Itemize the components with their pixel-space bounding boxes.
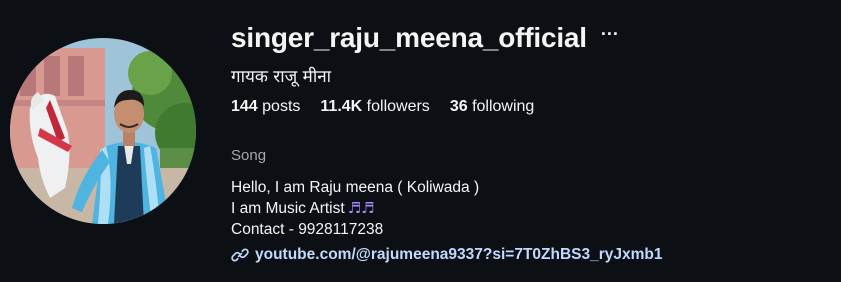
- profile-header: singer_raju_meena_official ··· गायक राजू…: [0, 0, 841, 282]
- avatar-photo: [10, 38, 196, 224]
- profile-bio: Hello, I am Raju meena ( Koliwada ) I am…: [231, 177, 479, 240]
- followers-label: followers: [366, 98, 430, 115]
- link-icon: [231, 248, 249, 262]
- following-stat[interactable]: 36 following: [450, 98, 535, 116]
- profile-avatar[interactable]: [10, 38, 196, 224]
- following-label: following: [472, 98, 535, 115]
- followers-stat[interactable]: 11.4K followers: [320, 98, 429, 116]
- posts-stat: 144 posts: [231, 98, 300, 116]
- bio-line-3: Contact - 9928117238: [231, 221, 384, 238]
- posts-label: posts: [262, 98, 301, 115]
- following-count: 36: [449, 98, 468, 115]
- full-name: गायक राजू मीना: [231, 67, 332, 87]
- username-row: singer_raju_meena_official ···: [231, 22, 619, 54]
- posts-count: 144: [231, 98, 258, 115]
- bio-line-1: Hello, I am Raju meena ( Koliwada ): [231, 179, 480, 196]
- profile-link[interactable]: youtube.com/@rajumeena9337?si=7T0ZhBS3_r…: [231, 246, 663, 264]
- followers-count: 11.4K: [320, 98, 363, 115]
- music-notes-icon: ♬♬: [347, 199, 375, 217]
- username: singer_raju_meena_official: [231, 22, 587, 53]
- profile-category: Song: [231, 147, 267, 164]
- bio-line-2-text: I am Music Artist: [231, 200, 345, 217]
- profile-link-text[interactable]: youtube.com/@rajumeena9337?si=7T0ZhBS3_r…: [255, 246, 663, 264]
- bio-line-2: I am Music Artist ♬♬: [231, 198, 479, 219]
- more-options-icon[interactable]: ···: [601, 25, 619, 43]
- profile-stats: 144 posts 11.4K followers 36 following: [231, 98, 554, 116]
